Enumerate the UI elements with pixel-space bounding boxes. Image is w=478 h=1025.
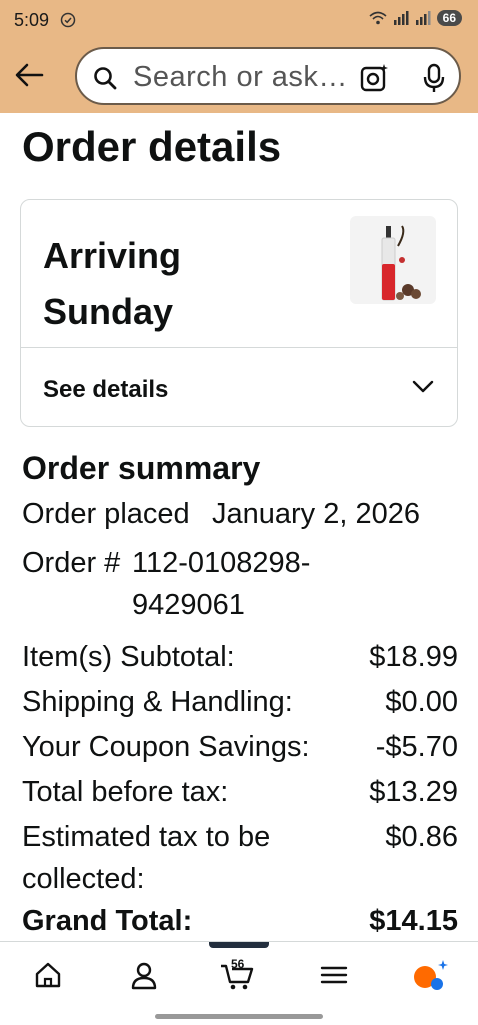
line-amount: $0.00	[385, 686, 458, 718]
order-number-value: 112-0108298-9429061	[132, 547, 311, 621]
line-amount: $14.15	[369, 905, 458, 937]
search-icon	[94, 67, 117, 90]
search-input[interactable]: Search or ask…	[133, 61, 348, 94]
order-number-label: Order #	[22, 547, 121, 579]
rufus-assistant-icon[interactable]	[410, 958, 450, 992]
order-number-row: Order # 112-0108298-9429061	[22, 542, 462, 632]
line-amount: $13.29	[369, 776, 458, 808]
cart-count-badge: 56	[231, 957, 245, 971]
line-amount: $18.99	[369, 641, 458, 673]
line-amount: $0.86	[385, 821, 458, 853]
menu-icon[interactable]	[314, 958, 354, 992]
line-label: Total before tax:	[22, 776, 229, 808]
line-label: Estimated tax to be collected:	[22, 821, 271, 895]
line-amount: -$5.70	[375, 731, 458, 763]
microphone-icon[interactable]	[421, 63, 447, 93]
check-circle-icon	[60, 12, 76, 28]
status-bar: 5:09 66	[0, 0, 478, 42]
order-placed-row: Order placed January 2, 2026	[22, 498, 420, 531]
page-title: Order details	[22, 123, 282, 170]
top-header-bar: 5:09 66 Search or ask…	[0, 0, 478, 113]
status-time: 5:09	[14, 10, 50, 30]
signal-icon-2	[415, 11, 431, 25]
gesture-home-bar[interactable]	[155, 1014, 323, 1019]
line-label: Grand Total:	[22, 905, 193, 937]
active-tab-indicator	[209, 942, 269, 948]
bottom-navigation: 56	[0, 941, 478, 1025]
product-thumbnail[interactable]	[350, 216, 436, 304]
account-icon[interactable]	[124, 958, 164, 992]
perfume-bottle-image	[381, 225, 421, 301]
shipment-card: Arriving Sunday See details	[20, 199, 458, 427]
line-label: Your Coupon Savings:	[22, 731, 310, 763]
chevron-down-icon[interactable]	[411, 376, 435, 396]
order-summary-heading: Order summary	[22, 450, 261, 486]
search-bar[interactable]: Search or ask…	[75, 47, 461, 105]
status-icons: 66	[369, 10, 462, 26]
see-details-toggle[interactable]: See details	[43, 376, 168, 404]
order-placed-date: January 2, 2026	[212, 498, 420, 530]
battery-indicator: 66	[436, 10, 462, 26]
wifi-icon	[369, 11, 387, 25]
line-label: Item(s) Subtotal:	[22, 641, 235, 673]
delivery-status: Arriving Sunday	[43, 235, 182, 332]
line-label: Shipping & Handling:	[22, 686, 293, 718]
signal-icon	[393, 11, 409, 25]
home-icon[interactable]	[28, 958, 68, 992]
order-placed-label: Order placed	[22, 498, 190, 530]
back-arrow-icon[interactable]	[14, 62, 44, 88]
camera-search-icon[interactable]	[359, 63, 389, 93]
card-divider	[21, 347, 457, 348]
